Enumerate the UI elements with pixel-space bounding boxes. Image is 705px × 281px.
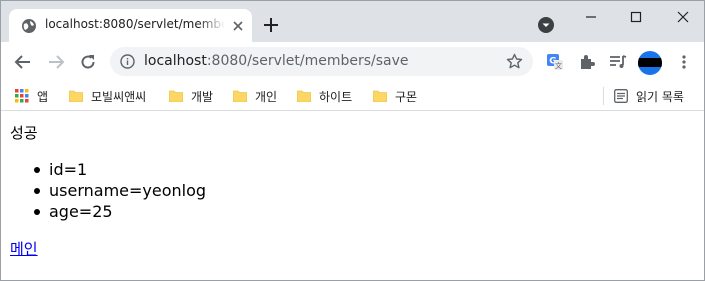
folder-icon bbox=[373, 90, 387, 102]
browser-window: localhost:8080/servlet/members/save bbox=[0, 0, 705, 281]
bookmarks-bar: 앱 모빌씨앤씨 개발 개인 하이트 구몬 읽기 목록 bbox=[1, 81, 704, 111]
bookmark-label: 개발 bbox=[191, 89, 214, 104]
folder-icon bbox=[169, 90, 183, 102]
bookmark-label: 구몬 bbox=[395, 89, 418, 104]
back-arrow-icon[interactable] bbox=[13, 52, 33, 72]
translate-icon[interactable]: G 文 bbox=[545, 52, 565, 72]
bookmark-apps[interactable]: 앱 bbox=[15, 86, 48, 106]
url-host: localhost bbox=[144, 53, 207, 69]
bookmark-label: 하이트 bbox=[319, 89, 353, 104]
maximize-icon[interactable] bbox=[624, 7, 648, 27]
bookmark-folder[interactable]: 개인 bbox=[233, 86, 277, 106]
bookmark-label: 모빌씨앤씨 bbox=[91, 89, 147, 104]
reading-list-label: 읽기 목록 bbox=[636, 89, 684, 104]
window-close-icon[interactable] bbox=[671, 7, 695, 27]
status-text: 성공 bbox=[10, 124, 38, 142]
tab-active[interactable]: localhost:8080/servlet/members/save bbox=[9, 9, 252, 42]
bookmark-folder[interactable]: 모빌씨앤씨 bbox=[69, 86, 146, 106]
forward-arrow-icon[interactable] bbox=[46, 52, 66, 72]
globe-icon bbox=[22, 19, 36, 33]
profile-avatar[interactable] bbox=[638, 51, 662, 75]
tab-search-icon[interactable] bbox=[537, 16, 555, 34]
apps-grid-icon bbox=[15, 89, 29, 103]
tab-title: localhost:8080/servlet/members/save bbox=[45, 17, 225, 31]
info-icon[interactable] bbox=[120, 54, 135, 69]
url-text[interactable]: localhost:8080/servlet/members/save bbox=[144, 53, 409, 69]
list-item: age=25 bbox=[34, 202, 113, 221]
avatar-redaction bbox=[638, 58, 662, 67]
home-link[interactable]: 메인 bbox=[10, 238, 38, 259]
bookmarks-divider bbox=[603, 87, 604, 105]
reading-list-button[interactable]: 읽기 목록 bbox=[614, 86, 684, 106]
address-bar[interactable]: localhost:8080/servlet/members/save bbox=[110, 47, 533, 76]
reading-list-icon bbox=[614, 89, 628, 103]
star-icon[interactable] bbox=[506, 53, 523, 70]
tab-strip: localhost:8080/servlet/members/save bbox=[1, 1, 704, 42]
bookmark-folder[interactable]: 개발 bbox=[169, 86, 213, 106]
folder-icon bbox=[233, 90, 247, 102]
list-item: username=yeonlog bbox=[33, 181, 207, 200]
extensions-puzzle-icon[interactable] bbox=[577, 52, 597, 72]
svg-text:文: 文 bbox=[555, 61, 562, 70]
page-content: 성공 id=1 username=yeonlog age=25 메인 bbox=[1, 112, 704, 280]
bookmark-folder[interactable]: 하이트 bbox=[297, 86, 352, 106]
new-tab-icon[interactable] bbox=[261, 15, 281, 35]
reload-icon[interactable] bbox=[78, 52, 98, 72]
toolbar: localhost:8080/servlet/members/save G 文 bbox=[1, 42, 704, 81]
bookmark-label: 개인 bbox=[255, 89, 278, 104]
bookmark-folder[interactable]: 구몬 bbox=[373, 86, 417, 106]
minimize-icon[interactable] bbox=[579, 7, 603, 27]
close-icon[interactable] bbox=[231, 19, 245, 33]
list-item: id=1 bbox=[33, 160, 88, 179]
url-path: :8080/servlet/members/save bbox=[206, 53, 409, 69]
media-queue-icon[interactable] bbox=[608, 52, 628, 72]
folder-icon bbox=[297, 90, 311, 102]
bookmark-apps-label: 앱 bbox=[37, 89, 49, 104]
folder-icon bbox=[69, 90, 83, 102]
more-menu-icon[interactable] bbox=[674, 52, 694, 72]
